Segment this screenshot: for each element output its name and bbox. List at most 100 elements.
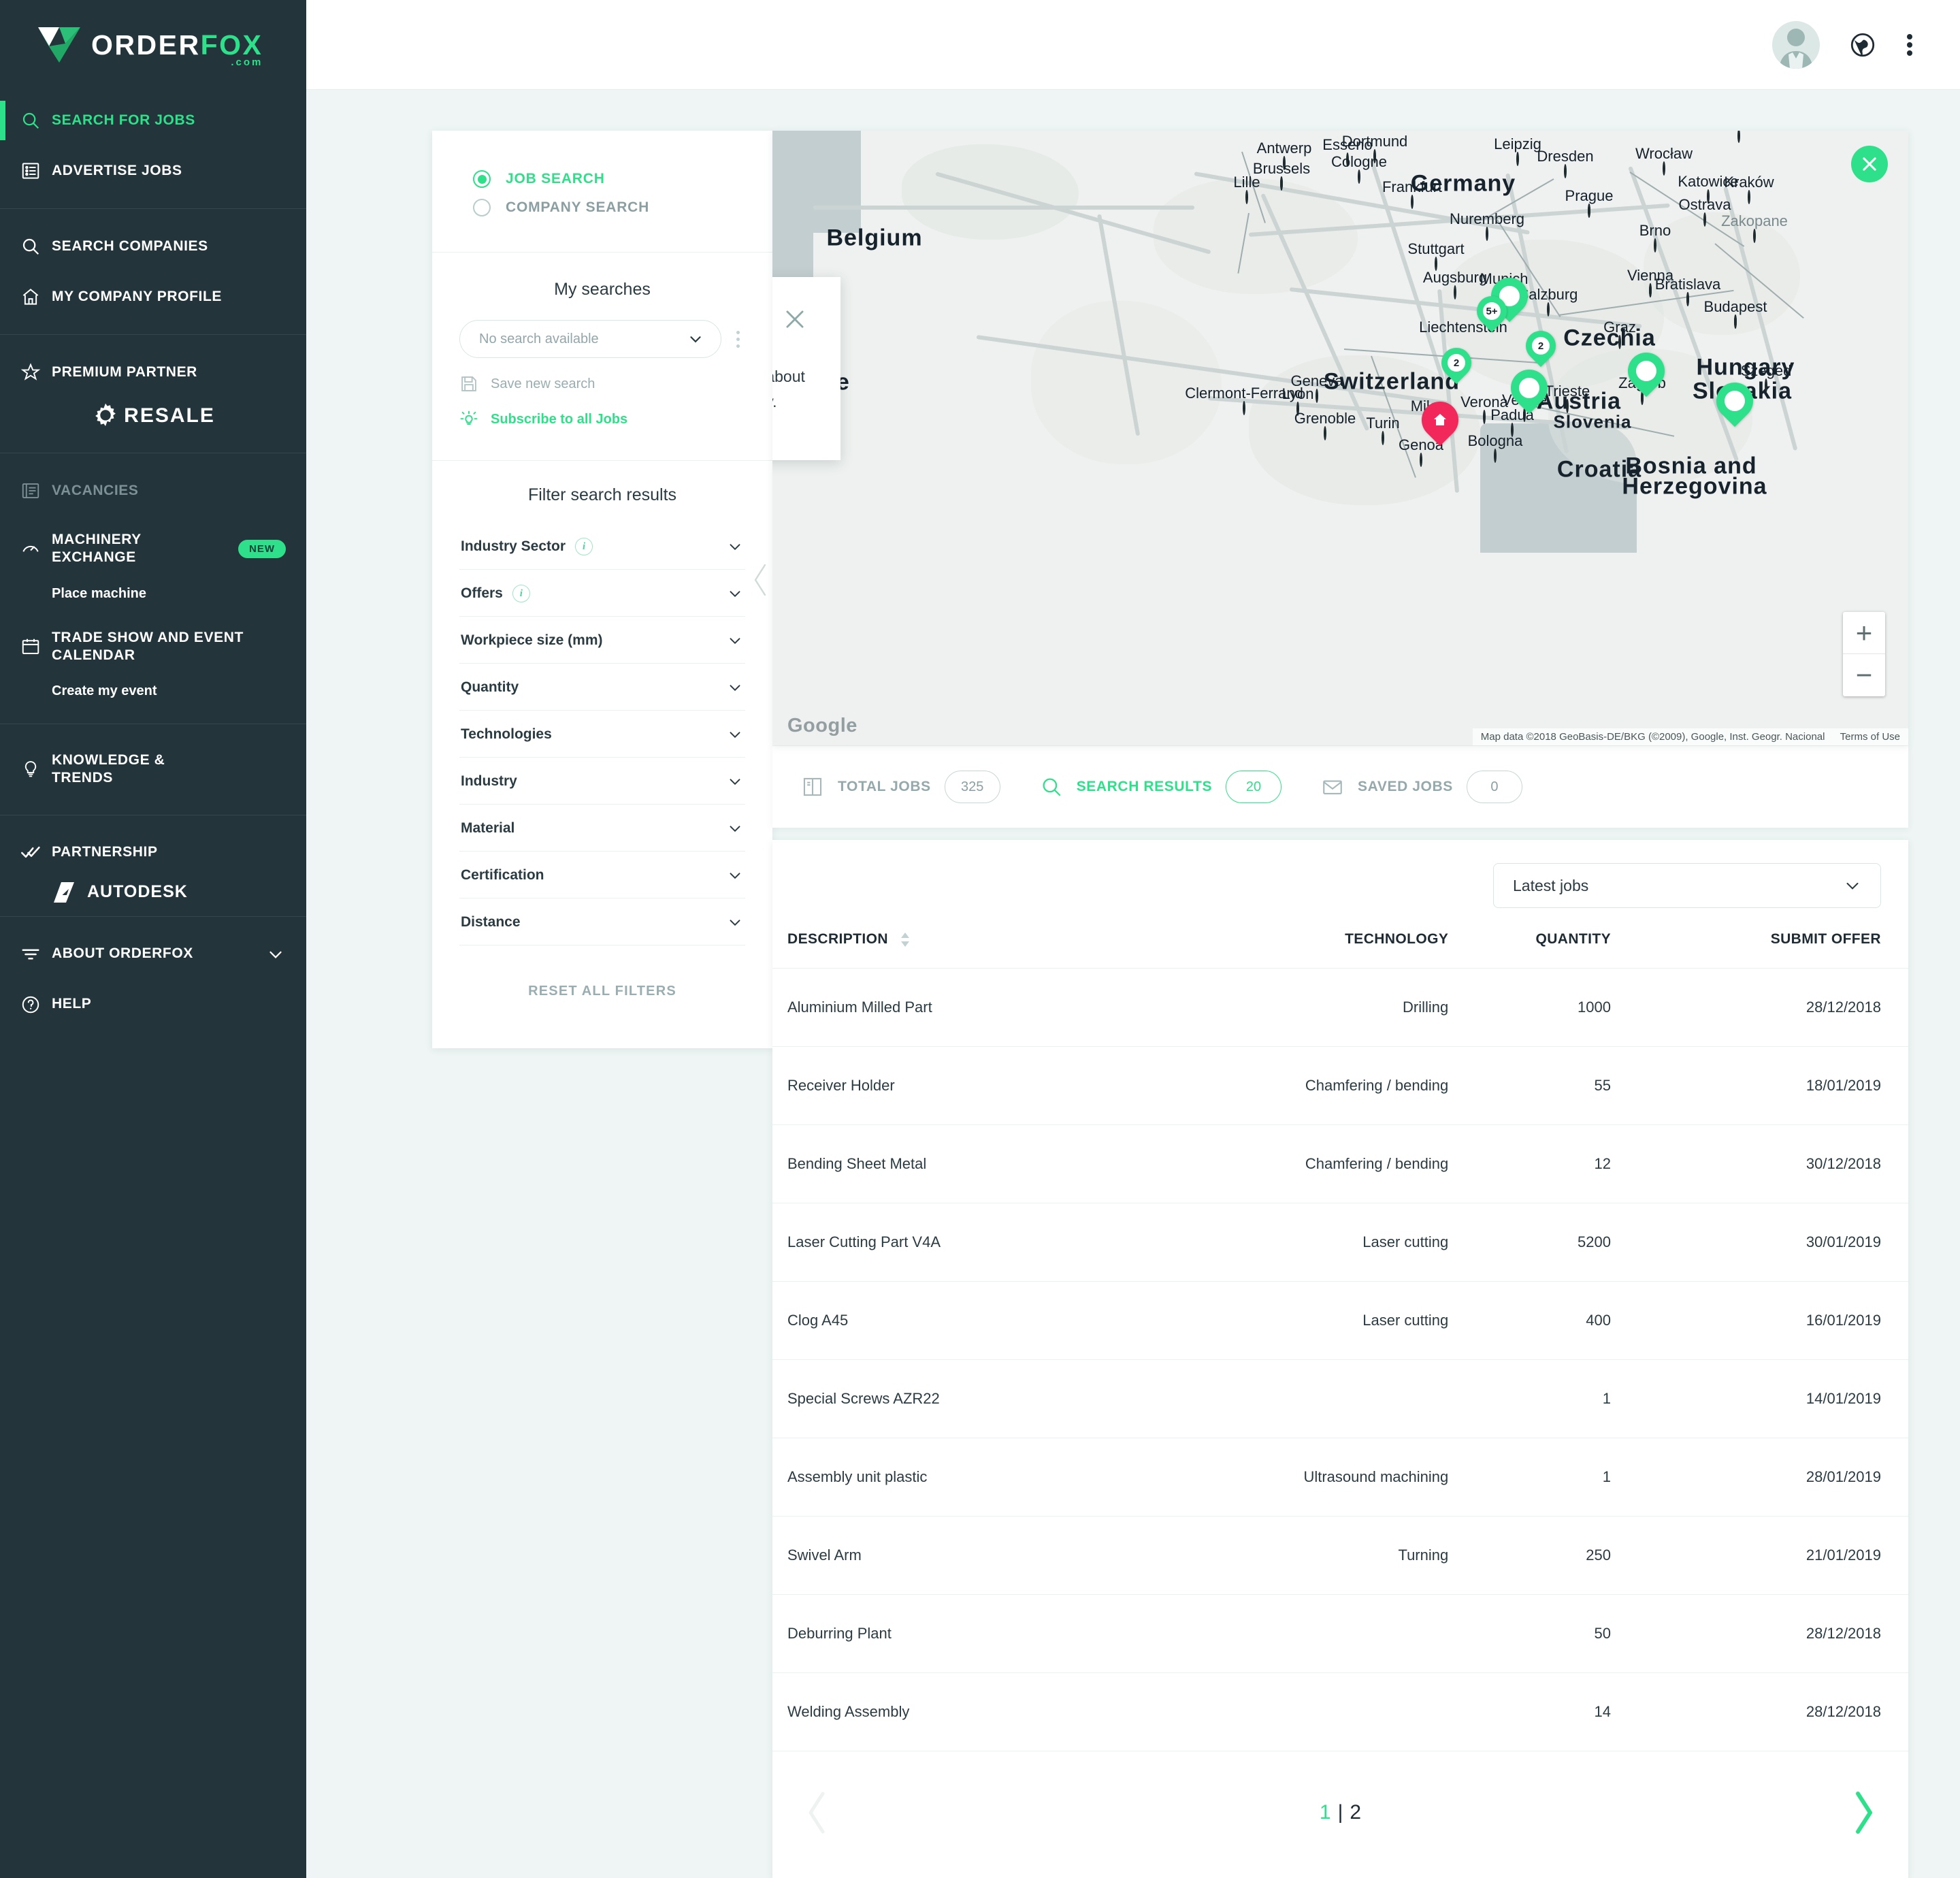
map-terms-link[interactable]: Terms of Use bbox=[1840, 731, 1900, 743]
cell-technology: Laser cutting bbox=[1135, 1203, 1449, 1282]
map-pin-cluster[interactable]: 2 bbox=[1435, 341, 1478, 385]
subscribe-all-jobs-link[interactable]: Subscribe to all Jobs bbox=[459, 410, 745, 429]
sidebar-item-search-companies[interactable]: SEARCH COMPANIES bbox=[0, 221, 306, 272]
table-row[interactable]: Receiver Holder Chamfering / bending 55 … bbox=[772, 1046, 1908, 1125]
sidebar-item-partnership[interactable]: PARTNERSHIP bbox=[0, 828, 306, 878]
stat-total-jobs[interactable]: TOTAL JOBS 325 bbox=[801, 771, 1000, 803]
partner-logo-autodesk[interactable]: AUTODESK bbox=[0, 878, 306, 904]
chevron-down-icon bbox=[726, 820, 744, 837]
filter-offers[interactable]: Offers i bbox=[459, 570, 745, 617]
sidebar-item-label: ABOUT ORDERFOX bbox=[52, 945, 193, 962]
stat-value: 0 bbox=[1466, 771, 1522, 803]
sidebar-item-about-orderfox[interactable]: ABOUT ORDERFOX bbox=[0, 929, 306, 980]
table-row[interactable]: Swivel Arm Turning 250 21/01/2019 bbox=[772, 1516, 1908, 1595]
sidebar-item-label: PREMIUM PARTNER bbox=[52, 363, 197, 380]
sort-select-value: Latest jobs bbox=[1513, 876, 1589, 894]
filter-industry-sector[interactable]: Industry Sector i bbox=[459, 523, 745, 570]
table-row[interactable]: Welding Assembly 14 28/12/2018 bbox=[772, 1672, 1908, 1751]
cell-quantity: 400 bbox=[1448, 1281, 1611, 1360]
map-zoom-in-button[interactable]: + bbox=[1843, 612, 1885, 654]
map-pin[interactable] bbox=[1708, 374, 1761, 427]
home-icon bbox=[1434, 414, 1446, 425]
sidebar-item-advertise-jobs[interactable]: ADVERTISE JOBS bbox=[0, 146, 306, 196]
sidebar-subitem-create-my-event[interactable]: Create my event bbox=[0, 679, 306, 711]
map-pin-home[interactable] bbox=[1414, 393, 1467, 447]
table-row[interactable]: Assembly unit plastic Ultrasound machini… bbox=[772, 1438, 1908, 1517]
info-icon[interactable]: i bbox=[512, 585, 530, 602]
brand-logo[interactable]: ORDERFOX .com bbox=[0, 0, 306, 90]
radio-job-search[interactable]: JOB SEARCH bbox=[432, 165, 772, 193]
map-pin[interactable] bbox=[1503, 361, 1556, 415]
map-zoom-out-button[interactable]: − bbox=[1843, 654, 1885, 696]
close-icon[interactable] bbox=[782, 306, 808, 332]
chevron-down-icon bbox=[1842, 875, 1863, 896]
sidebar-item-trade-show-calendar[interactable]: TRADE SHOW AND EVENT CALENDAR bbox=[0, 614, 306, 680]
stat-search-results[interactable]: SEARCH RESULTS 20 bbox=[1040, 771, 1282, 803]
table-header: DESCRIPTION TECHNOLOGY QUANTITY SUBMIT O… bbox=[772, 919, 1908, 969]
table-row[interactable]: Clog A45 Laser cutting 400 16/01/2019 bbox=[772, 1281, 1908, 1360]
globe-icon[interactable] bbox=[1848, 31, 1877, 59]
column-header-submit-offer: SUBMIT OFFER bbox=[1770, 931, 1881, 947]
radio-company-search[interactable]: COMPANY SEARCH bbox=[432, 193, 772, 222]
avatar[interactable] bbox=[1772, 20, 1820, 69]
sort-select[interactable]: Latest jobs bbox=[1493, 863, 1881, 908]
map-city: Grenoble bbox=[1294, 410, 1356, 440]
collapse-panel-button[interactable] bbox=[749, 553, 773, 607]
partner-logo-label: AUTODESK bbox=[87, 882, 188, 901]
filter-material[interactable]: Material bbox=[459, 805, 745, 852]
table-row[interactable]: Deburring Plant 50 28/12/2018 bbox=[772, 1594, 1908, 1673]
cell-description: Laser Cutting Part V4A bbox=[772, 1203, 1136, 1282]
reset-all-filters-button[interactable]: RESET ALL FILTERS bbox=[459, 945, 745, 1048]
filter-technologies[interactable]: Technologies bbox=[459, 711, 745, 758]
sidebar-item-vacancies[interactable]: VACANCIES bbox=[0, 466, 306, 516]
home-icon bbox=[20, 287, 52, 307]
map-close-button[interactable] bbox=[1851, 146, 1888, 182]
map-view[interactable]: Germany Belgium France Czechia Slovakia … bbox=[772, 131, 1908, 745]
table-row[interactable]: Aluminium Milled Part Drilling 1000 28/1… bbox=[772, 968, 1908, 1047]
calendar-icon bbox=[20, 636, 52, 657]
filter-workpiece-size[interactable]: Workpiece size (mm) bbox=[459, 617, 745, 664]
sidebar-item-premium-partner[interactable]: PREMIUM PARTNER bbox=[0, 347, 306, 398]
table-row[interactable]: Laser Cutting Part V4A Laser cutting 520… bbox=[772, 1203, 1908, 1282]
sidebar-item-search-for-jobs[interactable]: SEARCH FOR JOBS bbox=[0, 95, 306, 146]
cell-technology: Chamfering / bending bbox=[1135, 1124, 1449, 1203]
filter-quantity[interactable]: Quantity bbox=[459, 664, 745, 711]
sidebar-item-my-company-profile[interactable]: MY COMPANY PROFILE bbox=[0, 272, 306, 322]
more-vertical-icon[interactable] bbox=[1906, 31, 1914, 59]
partner-logo-resale[interactable]: RESALE bbox=[0, 398, 306, 440]
stat-saved-jobs[interactable]: SAVED JOBS 0 bbox=[1321, 771, 1522, 803]
google-logo: Google bbox=[787, 715, 858, 736]
map-pin-cluster[interactable]: 5+ bbox=[1470, 289, 1514, 333]
table-row[interactable]: Bending Sheet Metal Chamfering / bending… bbox=[772, 1124, 1908, 1203]
table-row[interactable]: Special Screws AZR22 1 14/01/2019 bbox=[772, 1359, 1908, 1438]
radio-indicator bbox=[473, 199, 491, 216]
cell-technology: Turning bbox=[1135, 1516, 1449, 1595]
pagination-current[interactable]: 1 bbox=[1320, 1801, 1331, 1824]
saved-search-menu-button[interactable] bbox=[731, 330, 745, 348]
filter-distance[interactable]: Distance bbox=[459, 898, 745, 945]
sidebar-item-help[interactable]: HELP bbox=[0, 980, 306, 1030]
cell-quantity: 250 bbox=[1448, 1516, 1611, 1595]
pagination-prev-button[interactable] bbox=[802, 1788, 832, 1837]
sidebar-item-machinery-exchange[interactable]: MACHINERY EXCHANGE NEW bbox=[0, 516, 306, 582]
map-pin[interactable] bbox=[1620, 344, 1673, 398]
info-icon[interactable]: i bbox=[575, 538, 593, 555]
save-new-search-link[interactable]: Save new search bbox=[459, 374, 745, 393]
chevron-down-icon bbox=[687, 330, 704, 348]
sidebar-item-knowledge-trends[interactable]: KNOWLEDGE & TRENDS bbox=[0, 736, 306, 803]
gauge-icon bbox=[20, 538, 52, 559]
pagination-next-button[interactable] bbox=[1848, 1788, 1878, 1837]
pagination-total[interactable]: 2 bbox=[1350, 1801, 1361, 1824]
map-country-label: Switzerland bbox=[1324, 368, 1460, 395]
map-pin-cluster[interactable]: 2 bbox=[1519, 324, 1563, 368]
chevron-down-icon[interactable] bbox=[265, 944, 286, 965]
column-header-description[interactable]: DESCRIPTION bbox=[772, 919, 1136, 969]
saved-search-select[interactable]: No search available bbox=[459, 320, 721, 358]
filter-industry[interactable]: Industry bbox=[459, 758, 745, 805]
filter-certification[interactable]: Certification bbox=[459, 852, 745, 898]
radio-label: JOB SEARCH bbox=[506, 171, 605, 187]
sidebar-subitem-place-machine[interactable]: Place machine bbox=[0, 582, 306, 614]
brand-word-order: ORDER bbox=[91, 29, 201, 61]
star-icon bbox=[20, 362, 52, 383]
chevron-down-icon bbox=[726, 679, 744, 696]
